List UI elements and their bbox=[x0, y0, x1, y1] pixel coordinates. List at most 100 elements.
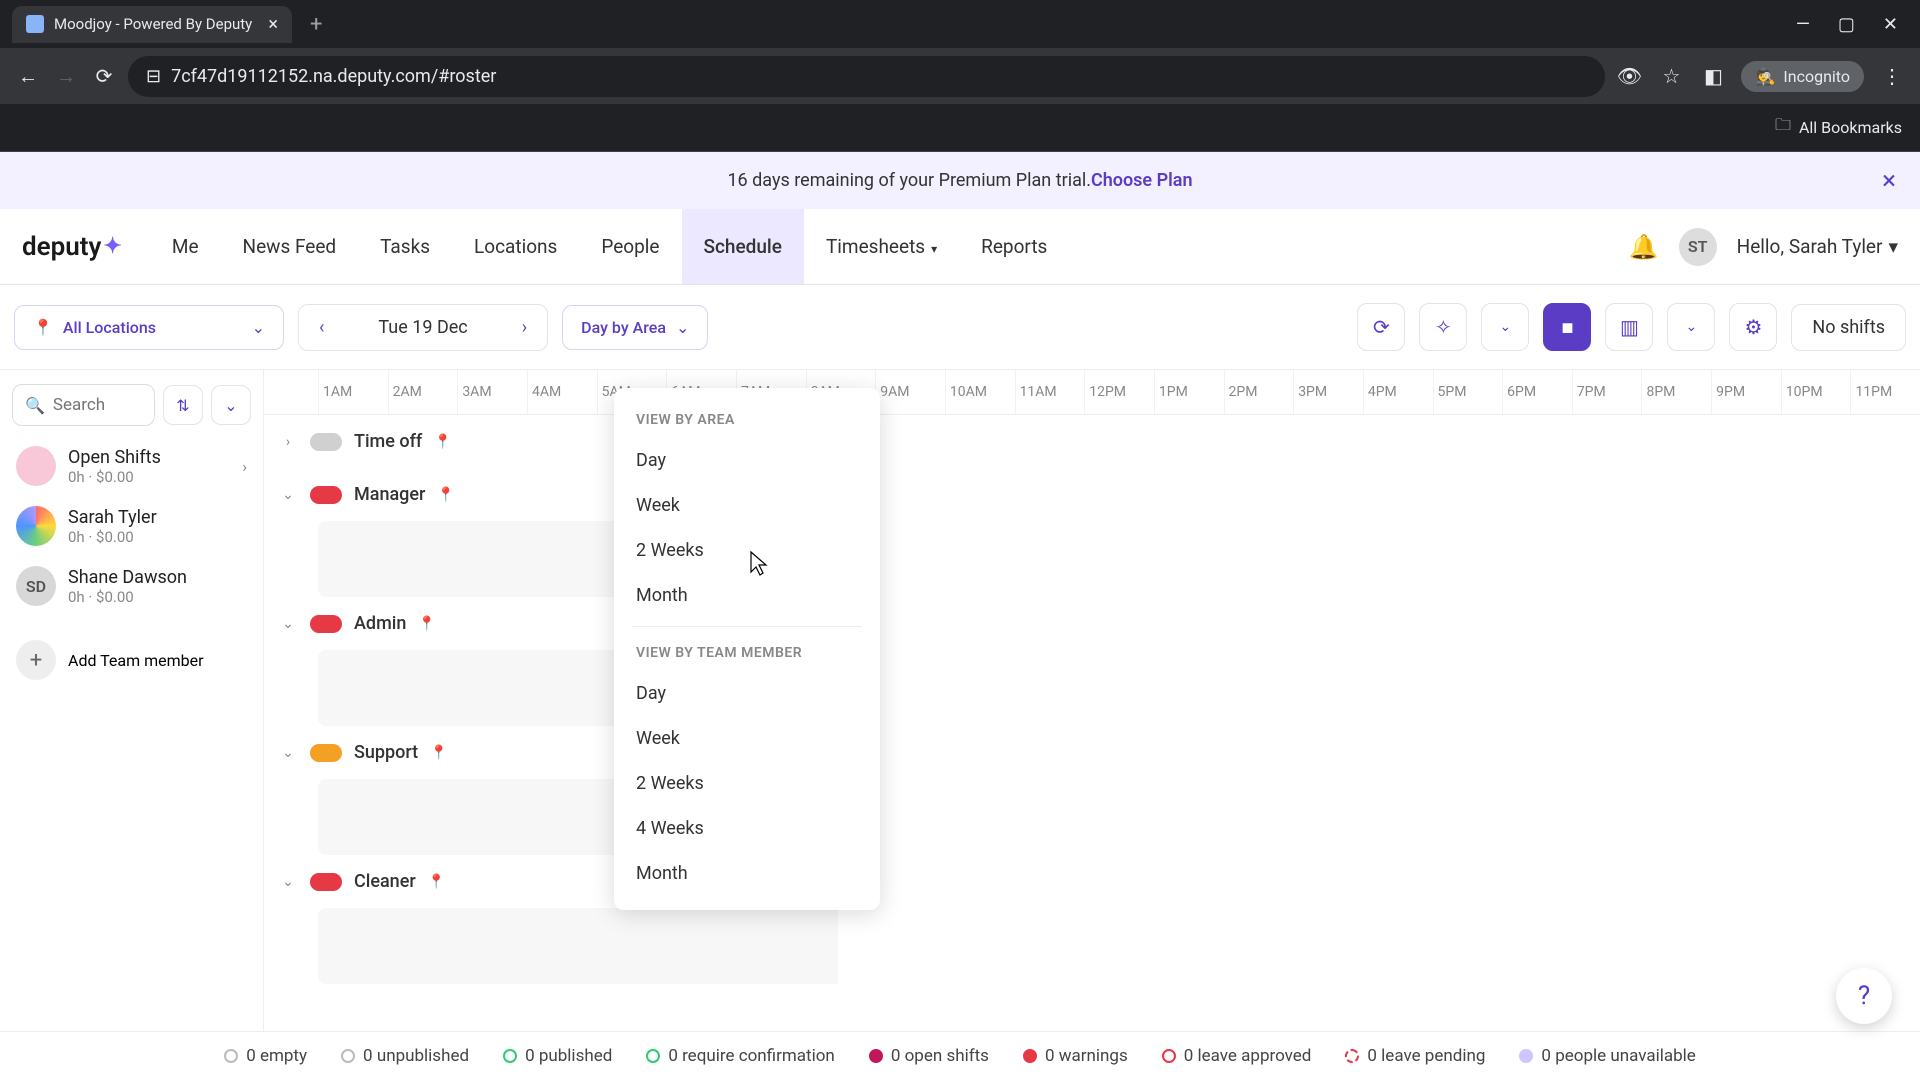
dropdown-item[interactable]: Day bbox=[614, 671, 880, 716]
shift-slot[interactable] bbox=[318, 908, 1906, 984]
bell-icon[interactable]: 🔔 bbox=[1629, 233, 1659, 261]
filter-menu-button[interactable]: ⌄ bbox=[211, 385, 251, 425]
area-row[interactable]: ⌄Cleaner📍 bbox=[264, 855, 1920, 908]
nav-item-tasks[interactable]: Tasks bbox=[358, 209, 452, 284]
shift-slot[interactable] bbox=[318, 650, 1906, 726]
schedule-toolbar: 📍 All Locations ⌄ ‹ Tue 19 Dec › Day by … bbox=[0, 285, 1920, 370]
avatar[interactable]: ST bbox=[1679, 228, 1717, 266]
legend-item: 0 warnings bbox=[1023, 1046, 1128, 1066]
area-color-pill bbox=[310, 615, 342, 633]
stats-button[interactable]: ▥ bbox=[1605, 303, 1653, 351]
footer-legend: 0 empty0 unpublished0 published0 require… bbox=[0, 1031, 1920, 1080]
sidebar-person[interactable]: Open Shifts0h · $0.00› bbox=[12, 436, 251, 496]
chevron-down-icon[interactable]: ⌄ bbox=[278, 874, 298, 890]
nav-item-locations[interactable]: Locations bbox=[452, 209, 579, 284]
chevron-right-icon[interactable]: › bbox=[278, 434, 298, 450]
nav-items: MeNews FeedTasksLocationsPeopleScheduleT… bbox=[150, 209, 1069, 284]
legend-dot-icon bbox=[224, 1049, 238, 1063]
dropdown-item[interactable]: 2 Weeks bbox=[614, 528, 880, 573]
eye-off-icon[interactable]: 👁 bbox=[1615, 62, 1643, 90]
legend-label: 0 people unavailable bbox=[1541, 1046, 1695, 1066]
dropdown-item[interactable]: Month bbox=[614, 851, 880, 896]
sidebar-person[interactable]: SD Shane Dawson0h · $0.00 bbox=[12, 556, 251, 616]
panel-icon[interactable]: ◧ bbox=[1699, 62, 1727, 90]
sidebar-person[interactable]: Sarah Tyler0h · $0.00 bbox=[12, 496, 251, 556]
logo-star-icon: ✦ bbox=[103, 234, 121, 259]
nav-item-news-feed[interactable]: News Feed bbox=[221, 209, 359, 284]
chevron-down-icon[interactable]: ⌄ bbox=[278, 487, 298, 503]
nav-item-reports[interactable]: Reports bbox=[959, 209, 1069, 284]
person-name: Open Shifts bbox=[68, 447, 161, 468]
prev-day-button[interactable]: ‹ bbox=[299, 305, 344, 350]
dropdown-item[interactable]: Month bbox=[614, 573, 880, 618]
dropdown-item[interactable]: 2 Weeks bbox=[614, 761, 880, 806]
nav-item-me[interactable]: Me bbox=[150, 209, 221, 284]
time-label: 12PM bbox=[1084, 370, 1154, 414]
legend-dot-icon bbox=[869, 1049, 883, 1063]
deputy-logo[interactable]: deputy ✦ bbox=[22, 232, 122, 262]
dropdown-item[interactable]: Week bbox=[614, 716, 880, 761]
stats-menu-button[interactable]: ⌄ bbox=[1667, 303, 1715, 351]
location-selector[interactable]: 📍 All Locations ⌄ bbox=[14, 305, 284, 350]
window-controls: — ▢ ✕ bbox=[1796, 14, 1908, 35]
area-row[interactable]: ⌄Support📍 bbox=[264, 726, 1920, 779]
minimize-icon[interactable]: — bbox=[1796, 14, 1810, 35]
url-box[interactable]: ⊟ 7cf47d19112152.na.deputy.com/#roster bbox=[128, 56, 1605, 97]
close-window-icon[interactable]: ✕ bbox=[1883, 14, 1898, 35]
maximize-icon[interactable]: ▢ bbox=[1838, 14, 1855, 35]
avatar: SD bbox=[16, 566, 56, 606]
publish-button[interactable]: ■ bbox=[1543, 303, 1591, 351]
kebab-icon[interactable]: ⋮ bbox=[1878, 62, 1906, 90]
person-name: Sarah Tyler bbox=[68, 507, 157, 528]
dropdown-item[interactable]: Week bbox=[614, 483, 880, 528]
search-box[interactable]: 🔍 bbox=[12, 384, 155, 426]
area-row[interactable]: ⌄Admin📍 bbox=[264, 597, 1920, 650]
nav-item-schedule[interactable]: Schedule bbox=[682, 209, 804, 284]
chevron-down-icon[interactable]: ⌄ bbox=[278, 616, 298, 632]
area-color-pill bbox=[310, 744, 342, 762]
nav-item-timesheets[interactable]: Timesheets▾ bbox=[804, 209, 959, 284]
chevron-down-icon[interactable]: ⌄ bbox=[278, 745, 298, 761]
auto-build-menu-button[interactable]: ⌄ bbox=[1481, 303, 1529, 351]
areas-list: ›Time off📍⌄Manager📍 ⌄Admin📍 ⌄Support📍 ⌄Clea… bbox=[264, 415, 1920, 984]
auto-build-button[interactable]: ✧ bbox=[1419, 303, 1467, 351]
person-sub: 0h · $0.00 bbox=[68, 468, 161, 486]
refresh-button[interactable]: ⟳ bbox=[1357, 303, 1405, 351]
person-name: Shane Dawson bbox=[68, 567, 187, 588]
view-selector[interactable]: Day by Area ⌄ bbox=[562, 305, 708, 350]
addr-actions: 👁 ☆ ◧ 🕵 Incognito ⋮ bbox=[1615, 61, 1906, 92]
time-label: 6PM bbox=[1502, 370, 1572, 414]
nav-item-people[interactable]: People bbox=[579, 209, 681, 284]
legend-item: 0 empty bbox=[224, 1046, 307, 1066]
close-icon[interactable]: × bbox=[268, 14, 278, 35]
browser-tab[interactable]: Moodjoy - Powered By Deputy × bbox=[12, 6, 292, 43]
legend-item: 0 leave approved bbox=[1162, 1046, 1312, 1066]
sort-button[interactable]: ⇅ bbox=[163, 385, 203, 425]
time-label: 9PM bbox=[1711, 370, 1781, 414]
search-input[interactable] bbox=[53, 395, 142, 415]
area-color-pill bbox=[310, 873, 342, 891]
person-sub: 0h · $0.00 bbox=[68, 588, 187, 606]
date-label[interactable]: Tue 19 Dec bbox=[344, 305, 501, 350]
shift-slot[interactable] bbox=[318, 779, 1906, 855]
settings-button[interactable]: ⚙ bbox=[1729, 303, 1777, 351]
dropdown-item[interactable]: Day bbox=[614, 438, 880, 483]
incognito-chip[interactable]: 🕵 Incognito bbox=[1741, 61, 1864, 92]
shift-slot[interactable] bbox=[318, 521, 1906, 597]
greeting-dropdown[interactable]: Hello, Sarah Tyler ▾ bbox=[1737, 235, 1898, 258]
dropdown-item[interactable]: 4 Weeks bbox=[614, 806, 880, 851]
choose-plan-link[interactable]: Choose Plan bbox=[1091, 170, 1193, 191]
help-button[interactable]: ? bbox=[1836, 968, 1892, 1024]
site-settings-icon[interactable]: ⊟ bbox=[146, 66, 161, 87]
reload-icon[interactable]: ⟳ bbox=[90, 62, 118, 90]
close-banner-icon[interactable]: × bbox=[1882, 166, 1896, 196]
star-icon[interactable]: ☆ bbox=[1657, 62, 1685, 90]
all-bookmarks-link[interactable]: 🗀 All Bookmarks bbox=[1775, 114, 1902, 141]
new-tab-button[interactable]: + bbox=[300, 8, 332, 41]
area-row[interactable]: ›Time off📍 bbox=[264, 415, 1920, 468]
back-icon[interactable]: ← bbox=[14, 62, 42, 90]
add-team-button[interactable]: + Add Team member bbox=[12, 626, 251, 694]
next-day-button[interactable]: › bbox=[502, 305, 547, 350]
legend-label: 0 open shifts bbox=[891, 1046, 989, 1066]
area-row[interactable]: ⌄Manager📍 bbox=[264, 468, 1920, 521]
